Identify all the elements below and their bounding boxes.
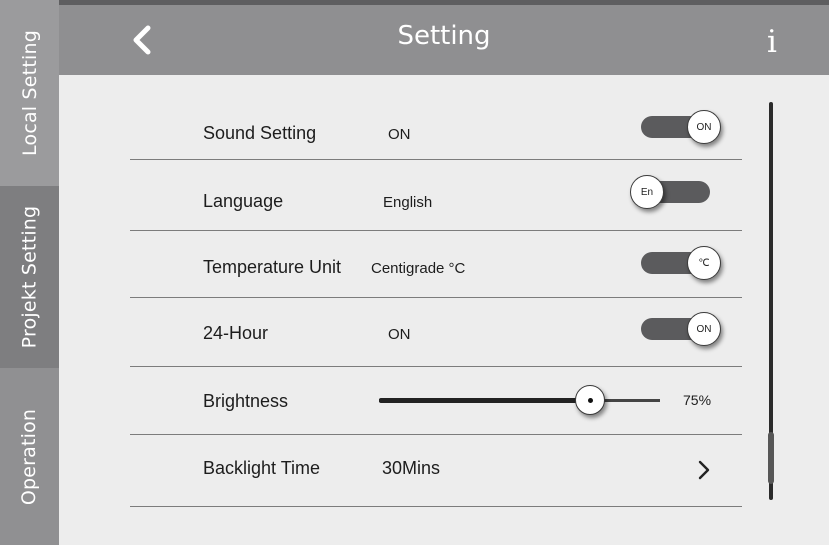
24hour-value: ON <box>388 326 411 343</box>
toggle-knob: ℃ <box>687 246 721 280</box>
language-toggle[interactable]: En <box>630 175 710 209</box>
backlight-time-label: Backlight Time <box>203 458 321 478</box>
row-divider <box>130 230 742 231</box>
sidebar: Local Setting Projekt Setting Operation <box>0 0 59 545</box>
setting-row-backlight[interactable]: Backlight Time 30Mins <box>130 457 742 487</box>
chevron-right-icon <box>698 460 710 480</box>
slider-thumb-dot <box>587 397 593 403</box>
brightness-label: Brightness <box>203 391 289 411</box>
sound-setting-label: Sound Setting <box>203 123 317 143</box>
row-divider <box>130 506 742 507</box>
sound-toggle[interactable]: ON <box>641 110 721 144</box>
tab-projekt-setting-label: Projekt Setting <box>18 205 41 349</box>
brightness-slider-thumb[interactable] <box>575 385 605 415</box>
temperature-unit-label: Temperature Unit <box>203 257 342 277</box>
row-divider <box>130 297 742 298</box>
toggle-knob: En <box>630 175 664 209</box>
scrollbar-thumb[interactable] <box>768 432 774 484</box>
language-value: English <box>383 194 433 211</box>
brightness-slider-fill <box>379 398 590 403</box>
tab-projekt-setting[interactable]: Projekt Setting <box>0 186 59 368</box>
page-title: Setting <box>397 21 491 51</box>
toggle-knob: ON <box>687 110 721 144</box>
row-divider <box>130 366 742 367</box>
24hour-label: 24-Hour <box>203 323 269 343</box>
tab-operation[interactable]: Operation <box>0 368 59 545</box>
tab-local-setting-label: Local Setting <box>18 30 41 156</box>
temperature-toggle[interactable]: ℃ <box>641 246 721 280</box>
setting-row-brightness: Brightness 75% <box>130 390 742 420</box>
scrollbar[interactable] <box>768 102 774 500</box>
language-label: Language <box>203 191 284 211</box>
tab-local-setting[interactable]: Local Setting <box>0 0 59 186</box>
brightness-slider[interactable] <box>379 385 660 415</box>
tab-operation-label: Operation <box>18 408 41 505</box>
info-button[interactable]: i <box>755 23 789 61</box>
info-icon: i <box>767 24 777 60</box>
row-divider <box>130 159 742 160</box>
sound-setting-value: ON <box>388 126 411 143</box>
row-divider <box>130 434 742 435</box>
toggle-knob: ON <box>687 312 721 346</box>
backlight-time-value: 30Mins <box>382 458 441 478</box>
brightness-value: 75% <box>683 392 712 408</box>
temperature-unit-value: Centigrade °C <box>371 260 466 277</box>
24hour-toggle[interactable]: ON <box>641 312 721 346</box>
header-bar: Setting i <box>59 0 829 75</box>
